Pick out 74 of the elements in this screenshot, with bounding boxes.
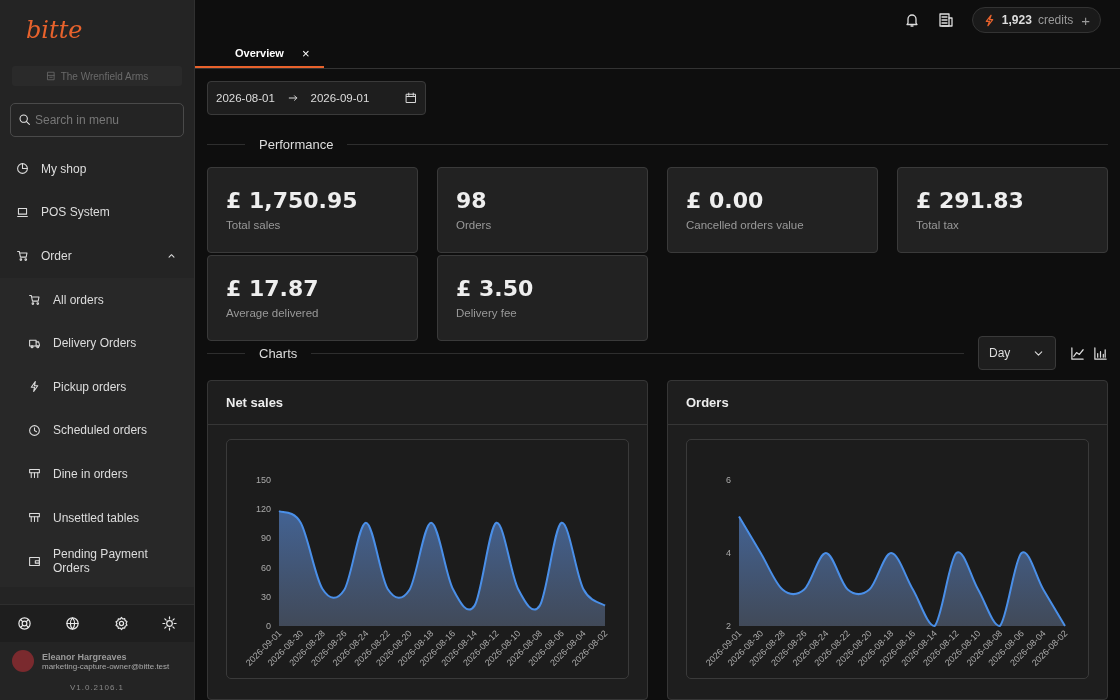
credits-button[interactable]: 1,923 credits + — [971, 7, 1101, 34]
stat-label: Average delivered — [226, 307, 319, 319]
submenu-item[interactable]: All orders — [0, 277, 194, 322]
y-tick-label: 90 — [261, 533, 271, 544]
stat-label: Total tax — [916, 219, 959, 231]
user-name: Eleanor Hargreaves — [42, 651, 127, 662]
stat-value: £ 1,750.95 — [226, 188, 358, 213]
stat-value: £ 3.50 — [456, 276, 534, 301]
table-icon — [28, 467, 41, 481]
y-tick-label: 60 — [261, 562, 271, 573]
search-field[interactable]: Search in menu — [10, 103, 184, 137]
chart-title: Orders — [686, 395, 729, 410]
y-tick-label: 2 — [726, 621, 731, 631]
chart-title: Net sales — [226, 395, 284, 410]
submenu-item[interactable]: Scheduled orders — [0, 408, 194, 453]
stat-value: £ 291.83 — [916, 188, 1024, 213]
stat-label: Cancelled orders value — [686, 219, 804, 231]
submenu-item[interactable]: Unsettled tables — [0, 495, 194, 540]
globe-icon[interactable] — [65, 616, 81, 631]
store-name: The Wrenfield Arms — [60, 70, 149, 82]
store-icon — [45, 71, 56, 81]
submenu-item[interactable]: Delivery Orders — [0, 321, 194, 365]
pie-chart-icon — [16, 162, 29, 176]
bell-icon[interactable] — [903, 12, 920, 29]
line-chart-icon[interactable] — [1070, 345, 1085, 361]
credits-amount: 1,923 — [1001, 13, 1032, 28]
y-tick-label: 0 — [266, 621, 271, 631]
lightning-icon — [28, 380, 41, 394]
arrow-right-icon — [286, 92, 299, 104]
menu-item[interactable]: POS System — [0, 190, 194, 235]
wallet-icon — [28, 554, 41, 568]
y-tick-label: 120 — [255, 504, 271, 515]
stat-label: Delivery fee — [456, 307, 517, 319]
bar-chart-icon[interactable] — [1093, 345, 1108, 361]
settings-icon[interactable] — [113, 616, 129, 631]
cart-icon — [16, 249, 29, 263]
date-range-field[interactable]: 2026-08-01 2026-09-01 — [207, 81, 426, 115]
close-icon[interactable]: × — [301, 46, 310, 61]
newspaper-icon[interactable] — [937, 12, 954, 29]
clock-icon — [28, 423, 41, 437]
stat-value: £ 0.00 — [686, 188, 764, 213]
version-label: V1.0.2106.1 — [69, 682, 125, 694]
add-credits-icon[interactable]: + — [1081, 12, 1090, 29]
menu-item[interactable]: My shop — [0, 147, 194, 191]
tab[interactable]: Overview × — [195, 40, 324, 68]
end-date: 2026-09-01 — [310, 92, 370, 104]
avatar — [12, 650, 34, 672]
user-email: marketing-capture-owner@bitte.test — [42, 661, 170, 671]
logo: bitte — [25, 15, 83, 46]
section-title: Charts — [259, 345, 298, 361]
stat-value: £ 17.87 — [226, 276, 319, 301]
section-title: Performance — [259, 136, 334, 152]
period-select[interactable]: Day — [978, 336, 1056, 370]
submenu-item[interactable]: Pending Payment Orders — [0, 539, 194, 583]
cart-icon — [28, 293, 41, 307]
stat-value: 98 — [456, 188, 487, 213]
credits-label: credits — [1037, 13, 1074, 28]
stat-label: Total sales — [226, 219, 281, 231]
y-tick-label: 6 — [726, 475, 731, 485]
menu-item[interactable]: Order — [0, 234, 194, 278]
y-tick-label: 30 — [261, 591, 271, 602]
sun-icon[interactable] — [162, 616, 178, 631]
tab-label: Overview — [235, 47, 284, 60]
calendar-icon — [405, 92, 417, 104]
start-date: 2026-08-01 — [216, 92, 275, 104]
submenu-item[interactable]: Dine in orders — [0, 452, 194, 496]
lifebuoy-icon[interactable] — [16, 616, 32, 631]
y-tick-label: 4 — [726, 548, 731, 558]
search-icon — [18, 113, 31, 126]
laptop-icon — [16, 205, 29, 219]
stat-label: Orders — [456, 219, 492, 231]
y-tick-label: 150 — [255, 475, 271, 485]
submenu-item[interactable]: Pickup orders — [0, 364, 194, 409]
table-icon — [28, 511, 41, 525]
